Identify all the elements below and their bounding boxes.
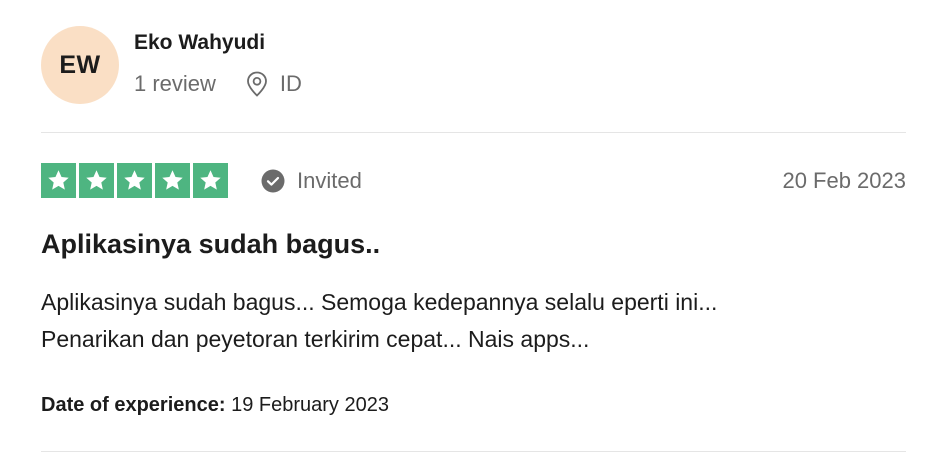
experience-date: 19 February 2023 [231, 394, 389, 416]
invited-label: Invited [297, 168, 362, 193]
reviewer-meta: 1 review ID [134, 69, 302, 99]
star-5 [193, 163, 228, 198]
star-2 [79, 163, 114, 198]
date-of-experience: Date of experience: 19 February 2023 [41, 394, 389, 417]
location-pin-icon [246, 71, 268, 97]
review-body-line: Aplikasinya sudah bagus... Semoga kedepa… [41, 289, 718, 315]
review-card: EW Eko Wahyudi 1 review ID Invited 20 Fe… [41, 0, 906, 454]
star-1 [41, 163, 76, 198]
star-icon [162, 170, 183, 190]
star-3 [117, 163, 152, 198]
star-icon [124, 170, 145, 190]
review-date: 20 Feb 2023 [782, 168, 906, 193]
reviewer-name[interactable]: Eko Wahyudi [134, 31, 265, 55]
star-icon [200, 170, 221, 190]
experience-label: Date of experience: [41, 394, 226, 416]
avatar[interactable]: EW [41, 26, 119, 104]
review-body-line: Penarikan dan peyetoran terkirim cepat..… [41, 326, 590, 352]
reviewer-country: ID [279, 71, 302, 96]
star-4 [155, 163, 190, 198]
avatar-initials: EW [59, 50, 101, 79]
check-circle-icon [261, 169, 285, 193]
star-icon [86, 170, 107, 190]
star-icon [48, 170, 69, 190]
review-body[interactable]: Aplikasinya sudah bagus... Semoga kedepa… [41, 284, 906, 358]
review-count: 1 review [134, 71, 216, 96]
invited-badge[interactable]: Invited [261, 166, 362, 196]
divider-bottom [41, 451, 906, 452]
divider-top [41, 132, 906, 133]
review-title[interactable]: Aplikasinya sudah bagus.. [41, 229, 380, 260]
star-rating [41, 163, 228, 198]
